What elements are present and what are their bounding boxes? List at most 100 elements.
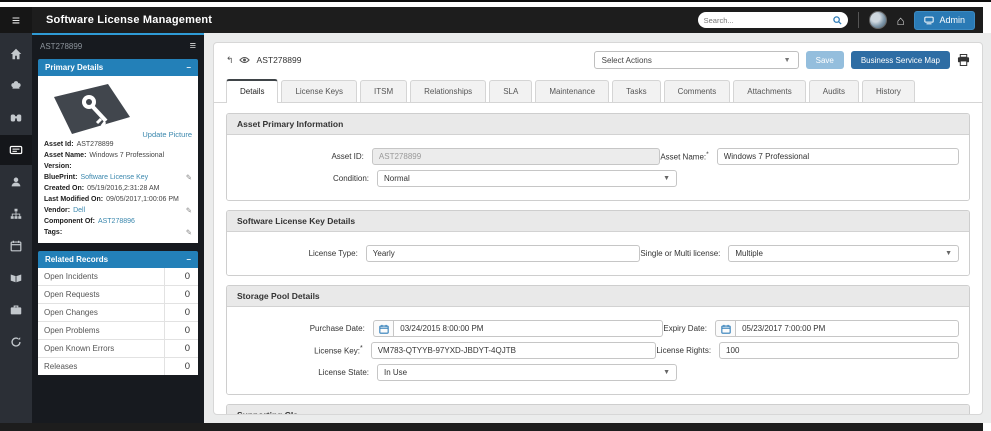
asset-picture: Update Picture	[44, 81, 192, 139]
topbar: ≡ Software License Management ⌂ Admin	[0, 7, 983, 33]
rail-users-icon[interactable]	[0, 167, 32, 197]
tab-details[interactable]: Details	[226, 79, 278, 103]
tab-history[interactable]: History	[862, 80, 915, 102]
update-picture-link[interactable]: Update Picture	[142, 130, 192, 139]
related-label: Open Changes	[38, 304, 164, 321]
tab-itsm[interactable]: ITSM	[360, 80, 407, 102]
expiry-date-field[interactable]	[735, 320, 959, 337]
form-row: Asset ID: Asset Name:*	[237, 148, 959, 165]
form-row: Condition: Normal ▼	[237, 170, 959, 187]
rail-home-icon[interactable]	[0, 39, 32, 69]
edit-pencil-icon[interactable]: ✎	[186, 205, 192, 216]
home-icon[interactable]: ⌂	[897, 14, 905, 27]
section-supporting-cis: Supporting CIs Microsoft Windows 7 Profe…	[226, 404, 970, 414]
license-state-value: In Use	[384, 368, 407, 377]
related-records-panel: Related Records – Open Incidents0 Open R…	[38, 251, 198, 375]
sidebar-header: AST278899 ≡	[32, 35, 204, 57]
calendar-icon[interactable]	[715, 320, 735, 337]
license-rights-field[interactable]	[719, 342, 959, 359]
record-id: AST278899	[257, 55, 302, 65]
form-row: Purchase Date: Expiry Date:	[237, 320, 959, 337]
chevron-down-icon: ▼	[784, 57, 791, 64]
related-count: 0	[164, 268, 198, 285]
search-input[interactable]	[704, 16, 829, 25]
rail-knowledge-icon[interactable]	[0, 263, 32, 293]
related-row-open-problems[interactable]: Open Problems0	[38, 322, 198, 340]
print-icon[interactable]	[957, 54, 970, 66]
related-row-open-changes[interactable]: Open Changes0	[38, 304, 198, 322]
tab-tasks[interactable]: Tasks	[612, 80, 660, 102]
nav-rail	[0, 33, 32, 423]
section-title: Storage Pool Details	[227, 286, 969, 307]
license-key-label: License Key:*	[237, 345, 371, 356]
select-actions-label: Select Actions	[602, 56, 652, 65]
sidebar-menu-icon[interactable]: ≡	[190, 40, 196, 52]
detail-version: Version:	[44, 161, 192, 172]
chevron-down-icon: ▼	[663, 369, 670, 376]
purchase-date-field[interactable]	[393, 320, 663, 337]
condition-value: Normal	[384, 174, 410, 183]
rail-hierarchy-icon[interactable]	[0, 199, 32, 229]
rail-portfolio-icon[interactable]	[0, 295, 32, 325]
share-icon[interactable]: ↰	[226, 55, 234, 66]
component-of-link[interactable]: AST278896	[98, 216, 135, 227]
license-key-image	[44, 81, 136, 137]
edit-pencil-icon[interactable]: ✎	[186, 172, 192, 183]
hamburger-menu-icon[interactable]: ≡	[0, 7, 32, 33]
rail-explore-icon[interactable]	[0, 103, 32, 133]
blueprint-link[interactable]: Software License Key	[80, 172, 148, 183]
related-row-open-requests[interactable]: Open Requests0	[38, 286, 198, 304]
watch-icon[interactable]	[239, 56, 250, 64]
rail-calendar-icon[interactable]	[0, 231, 32, 261]
edit-pencil-icon[interactable]: ✎	[186, 227, 192, 238]
rail-dashboard-icon[interactable]	[0, 71, 32, 101]
asset-name-field[interactable]	[717, 148, 959, 165]
tab-sla[interactable]: SLA	[489, 80, 532, 102]
calendar-icon[interactable]	[373, 320, 393, 337]
admin-label: Admin	[939, 15, 965, 25]
admin-button[interactable]: Admin	[914, 11, 975, 30]
related-count: 0	[164, 322, 198, 339]
detail-label: Created On:	[44, 183, 84, 194]
related-row-open-incidents[interactable]: Open Incidents0	[38, 268, 198, 286]
tab-relationships[interactable]: Relationships	[410, 80, 486, 102]
asset-id-field	[372, 148, 660, 165]
save-button[interactable]: Save	[806, 51, 844, 69]
tab-maintenance[interactable]: Maintenance	[535, 80, 609, 102]
related-row-releases[interactable]: Releases0	[38, 358, 198, 375]
detail-value: 09/05/2017,1:00:06 PM	[106, 194, 179, 205]
license-key-field[interactable]	[371, 342, 657, 359]
tab-comments[interactable]: Comments	[664, 80, 731, 102]
single-multi-license-label: Single or Multi license:	[640, 249, 728, 258]
collapse-icon[interactable]: –	[187, 255, 191, 264]
related-row-open-known-errors[interactable]: Open Known Errors0	[38, 340, 198, 358]
user-avatar[interactable]	[869, 11, 887, 29]
primary-details-header: Primary Details –	[38, 59, 198, 76]
related-label: Open Requests	[38, 286, 164, 303]
sidebar: AST278899 ≡ Primary Details –	[32, 33, 204, 423]
detail-component-of: Component Of:AST278896	[44, 216, 192, 227]
detail-vendor: Vendor:Dell ✎	[44, 205, 192, 216]
detail-value: AST278899	[77, 139, 114, 150]
rail-sync-icon[interactable]	[0, 327, 32, 357]
business-service-map-button[interactable]: Business Service Map	[851, 51, 950, 69]
tab-audits[interactable]: Audits	[809, 80, 859, 102]
license-type-field[interactable]	[366, 245, 641, 262]
single-multi-license-select[interactable]: Multiple ▼	[728, 245, 959, 262]
tab-license-keys[interactable]: License Keys	[281, 80, 357, 102]
vendor-link[interactable]: Dell	[73, 205, 85, 216]
detail-blueprint: BluePrint:Software License Key✎	[44, 172, 192, 183]
rail-assets-icon[interactable]	[0, 135, 32, 165]
form-row: License State: In Use ▼	[237, 364, 959, 381]
select-actions-dropdown[interactable]: Select Actions ▼	[594, 51, 799, 69]
global-search[interactable]	[698, 12, 848, 28]
detail-last-modified: Last Modified On:09/05/2017,1:00:06 PM	[44, 194, 192, 205]
condition-select[interactable]: Normal ▼	[377, 170, 677, 187]
tab-attachments[interactable]: Attachments	[733, 80, 805, 102]
detail-label: Vendor:	[44, 205, 70, 216]
sidebar-record-id: AST278899	[40, 42, 82, 51]
collapse-icon[interactable]: –	[187, 63, 191, 72]
related-label: Releases	[38, 358, 164, 375]
record-bar: ↰ AST278899 Select Actions ▼ Save Busine…	[214, 43, 982, 75]
license-state-select[interactable]: In Use ▼	[377, 364, 677, 381]
